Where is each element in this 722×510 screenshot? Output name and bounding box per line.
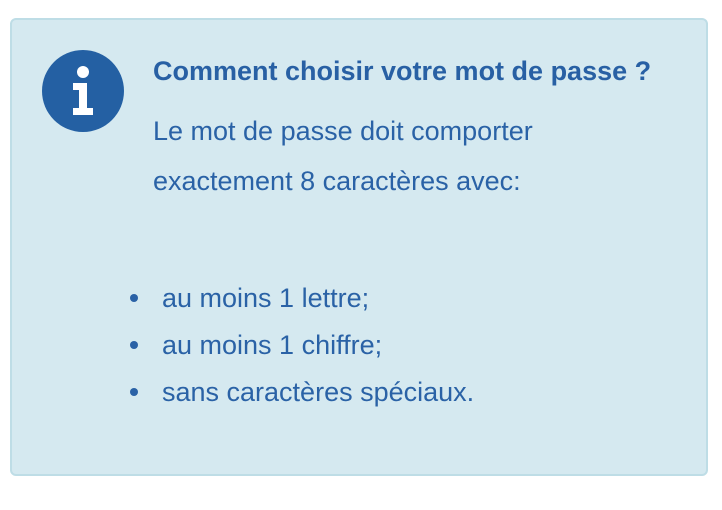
info-icon — [42, 50, 124, 132]
info-intro-text: Le mot de passe doit comporter exactemen… — [153, 116, 533, 196]
rule-text: au moins 1 lettre; — [162, 283, 370, 313]
bullet-icon — [130, 388, 138, 396]
list-item: au moins 1 lettre; — [130, 275, 474, 322]
list-item: sans caractères spéciaux. — [130, 369, 474, 416]
rule-text: sans caractères spéciaux. — [162, 377, 475, 407]
password-info-box: Comment choisir votre mot de passe ? Le … — [10, 18, 708, 476]
info-content: Comment choisir votre mot de passe ? Le … — [153, 52, 673, 206]
list-item: au moins 1 chiffre; — [130, 322, 474, 369]
rule-text: au moins 1 chiffre; — [162, 330, 383, 360]
info-title: Comment choisir votre mot de passe ? — [153, 56, 652, 86]
bullet-icon — [130, 294, 138, 302]
bullet-icon — [130, 341, 138, 349]
password-rules-list: au moins 1 lettre; au moins 1 chiffre; s… — [130, 275, 474, 416]
